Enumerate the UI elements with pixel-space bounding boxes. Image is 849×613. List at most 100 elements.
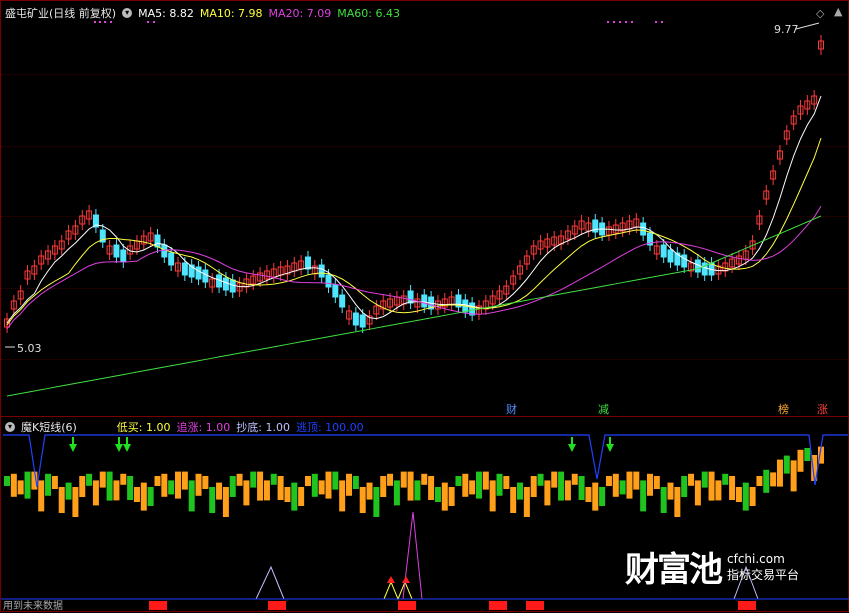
- indicator-bar: [127, 476, 134, 500]
- indicator-bar: [229, 476, 236, 497]
- indicator-bar: [482, 471, 489, 490]
- indicator-bar: [469, 480, 476, 495]
- stock-title: 盛屯矿业(日线 前复权): [5, 7, 117, 20]
- indicator-bar: [688, 473, 695, 486]
- indicator-bar: [455, 476, 462, 486]
- indicator-bar: [441, 482, 448, 511]
- signal-dot: [94, 21, 96, 23]
- indicator-bar: [571, 473, 578, 485]
- indicator-bar: [216, 482, 223, 500]
- indicator-bar: [763, 469, 770, 493]
- signal-block: [489, 601, 507, 610]
- candle-body: [339, 294, 346, 308]
- indicator-bar: [373, 487, 380, 517]
- future-data-hint: 用到未来数据: [3, 601, 63, 612]
- candle-body: [667, 249, 674, 263]
- price-chart-pane[interactable]: 盛屯矿业(日线 前复权) ▾ MA5: 8.82 MA10: 7.98 MA20…: [0, 0, 849, 416]
- buy-arrow-icon: [115, 437, 123, 452]
- ma60-readout: MA60: 6.43: [337, 6, 400, 20]
- indicator-bar: [161, 473, 168, 497]
- buy-arrow-icon: [606, 437, 614, 452]
- indicator-bar: [332, 471, 339, 490]
- signal-dot: [147, 21, 149, 23]
- event-tag-bang[interactable]: 榜: [776, 401, 791, 417]
- indicator-bar: [113, 480, 120, 501]
- indicator-bar: [667, 482, 674, 500]
- indicator-bar: [462, 473, 469, 497]
- indicator-bar: [222, 487, 229, 517]
- indicator-bar: [722, 473, 729, 485]
- candle-body: [181, 262, 188, 276]
- indicator-bar: [537, 473, 544, 486]
- event-tag-zhang[interactable]: 涨: [815, 401, 830, 417]
- candle-body: [113, 244, 120, 258]
- indicator-bar: [749, 487, 756, 506]
- indicator-bar: [325, 471, 332, 499]
- watermark-logo: 财富池 cfchi.com 指标交易平台: [625, 542, 799, 591]
- diamond-icon[interactable]: ◇: [816, 7, 824, 20]
- indicator-bar: [393, 480, 400, 506]
- indicator-bar: [776, 459, 783, 487]
- indicator-bar: [263, 480, 270, 501]
- signal-dot: [104, 21, 106, 23]
- indicator-bar: [578, 476, 585, 500]
- indicator-bar: [243, 480, 250, 506]
- indicator-bar: [154, 476, 161, 486]
- indicator-bar: [92, 480, 99, 506]
- indicator-bar: [428, 476, 435, 500]
- candle-body: [421, 294, 428, 308]
- candle-body: [660, 244, 667, 258]
- indicator-bar: [783, 455, 790, 474]
- indicator-bar: [277, 476, 284, 500]
- indicator-bar: [633, 471, 640, 490]
- indicator-bar: [674, 487, 681, 517]
- signal-dot: [110, 21, 112, 23]
- chevron-down-icon[interactable]: ▾: [5, 422, 15, 432]
- indicator-bar: [640, 480, 647, 512]
- signal-dot: [631, 21, 633, 23]
- indicator-bar: [284, 487, 291, 502]
- chevron-down-icon[interactable]: ▾: [122, 8, 133, 18]
- indicator-bar: [448, 487, 455, 506]
- indicator-bar: [202, 476, 209, 489]
- indicator-bar: [434, 487, 441, 502]
- indicator-bar: [106, 471, 113, 501]
- candle-body: [202, 269, 209, 283]
- event-tag-jian[interactable]: 减: [596, 401, 611, 417]
- indicator-bar: [366, 482, 373, 500]
- low-price-marker: 5.03: [17, 342, 42, 355]
- indicator-bar: [735, 487, 742, 502]
- event-tag-cai[interactable]: 财: [504, 401, 519, 417]
- candle-body: [352, 312, 359, 326]
- indicator-bar: [612, 473, 619, 497]
- indicator-bar: [257, 471, 264, 501]
- indicator-bar: [694, 480, 701, 506]
- indicator-bar: [770, 472, 777, 487]
- watermark-domain: cfchi.com: [727, 551, 785, 566]
- indicator-bar: [592, 482, 599, 511]
- candle-body: [318, 264, 325, 278]
- indicator-bar: [270, 473, 277, 485]
- price-header: 盛屯矿业(日线 前复权) ▾ MA5: 8.82 MA10: 7.98 MA20…: [5, 5, 400, 21]
- indicator-bar: [346, 473, 353, 496]
- indicator-bar: [421, 473, 428, 485]
- signal-block: [738, 601, 756, 610]
- chase-readout: 追涨: 1.00: [176, 421, 231, 434]
- low-buy-spike: [383, 580, 413, 601]
- indicator-bar: [523, 487, 530, 517]
- indicator-bar: [626, 471, 633, 499]
- candlestick-chart[interactable]: [1, 1, 849, 417]
- indicator-bar: [380, 476, 387, 497]
- chase-spike: [402, 511, 423, 600]
- candle-body: [195, 266, 202, 280]
- indicator-bar: [181, 471, 188, 490]
- signal-dot: [99, 21, 101, 23]
- candle-body: [359, 314, 366, 328]
- indicator-bar: [209, 487, 216, 513]
- up-arrow-icon[interactable]: ▲: [834, 5, 842, 18]
- watermark-brand: 财富池: [625, 550, 723, 590]
- indicator-bar: [503, 476, 510, 489]
- ma5-readout: MA5: 8.82: [138, 6, 194, 20]
- candle-body: [332, 284, 339, 298]
- indicator-bar: [660, 487, 667, 513]
